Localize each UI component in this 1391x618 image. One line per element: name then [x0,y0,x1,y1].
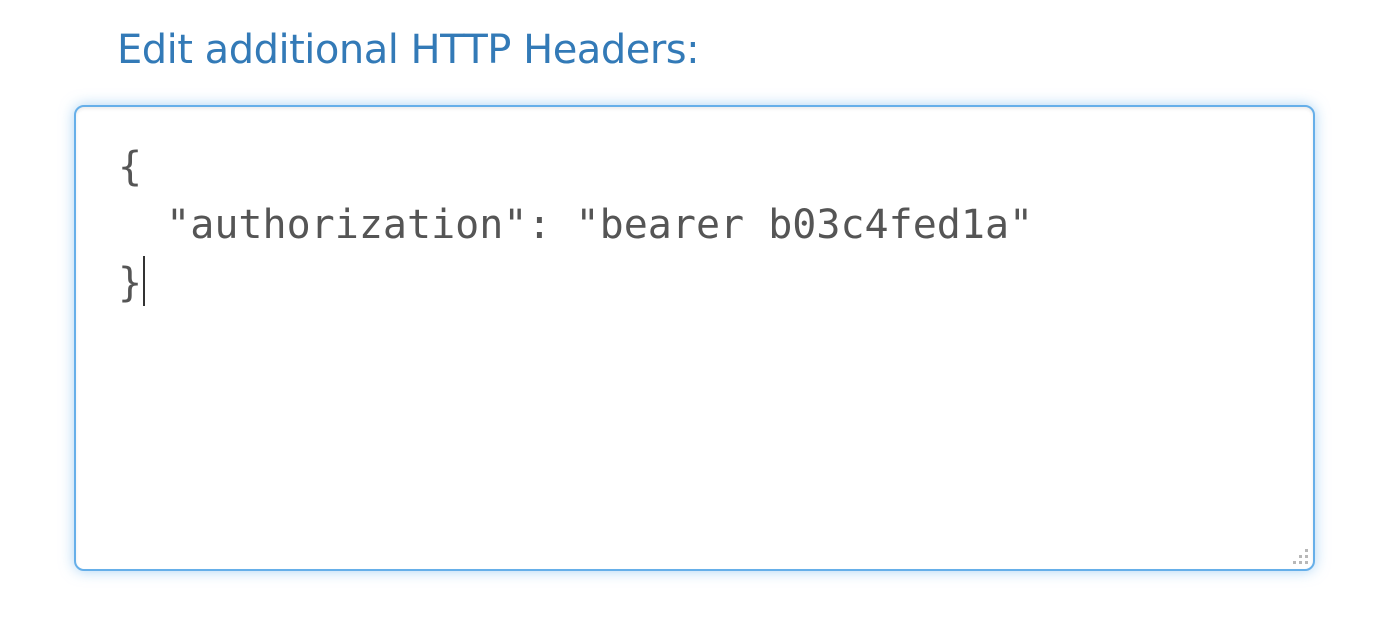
text-cursor [143,256,146,306]
headers-json-content[interactable]: { "authorization": "bearer b03c4fed1a"} [118,138,1033,312]
headers-label: Edit additional HTTP Headers: [117,27,700,73]
http-headers-textarea[interactable]: { "authorization": "bearer b03c4fed1a"} [74,105,1315,571]
close-brace-text: } [118,260,143,306]
resize-grip-icon[interactable] [1293,549,1309,565]
code-line-close-brace: } [118,254,1033,312]
code-line-open-brace: { [118,144,143,190]
code-line-authorization: "authorization": "bearer b03c4fed1a" [118,202,1034,248]
